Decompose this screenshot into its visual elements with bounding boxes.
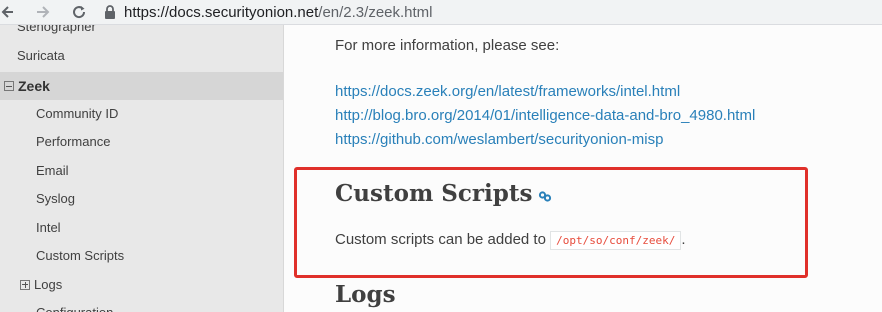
- custom-scripts-heading: Custom Scripts: [335, 180, 552, 209]
- link-zeek-intel[interactable]: https://docs.zeek.org/en/latest/framewor…: [335, 83, 680, 100]
- sidebar-item-email[interactable]: Email: [0, 157, 283, 185]
- code-path: /opt/so/conf/zeek/: [550, 231, 682, 250]
- more-info-text: For more information, please see:: [335, 37, 560, 54]
- arrow-left-icon: [1, 6, 13, 18]
- logs-heading: Logs: [335, 281, 396, 308]
- sidebar-item-logs[interactable]: Logs: [0, 271, 283, 299]
- browser-toolbar: https://docs.securityonion.net/en/2.3/ze…: [0, 0, 882, 25]
- sentence-period: .: [681, 231, 686, 248]
- main-content: For more information, please see: https:…: [284, 25, 882, 312]
- heading-text: Custom Scripts: [335, 180, 533, 207]
- sidebar-item-suricata[interactable]: Suricata: [0, 42, 283, 70]
- link-github-misp[interactable]: https://github.com/weslambert/securityon…: [335, 131, 663, 148]
- custom-scripts-sentence: Custom scripts can be added to: [335, 231, 546, 248]
- sidebar-item-syslog[interactable]: Syslog: [0, 185, 283, 213]
- sidebar-item-zeek[interactable]: Zeek: [0, 72, 283, 100]
- sidebar-item-label: Logs: [34, 277, 63, 292]
- collapse-icon[interactable]: [4, 81, 14, 92]
- sidebar-item-custom-scripts[interactable]: Custom Scripts: [0, 242, 283, 270]
- link-icon[interactable]: [538, 182, 552, 209]
- link-bro-blog[interactable]: http://blog.bro.org/2014/01/intelligence…: [335, 107, 755, 124]
- reload-icon: [73, 6, 86, 19]
- lock-icon[interactable]: [104, 5, 118, 19]
- reload-button[interactable]: [66, 0, 92, 24]
- sidebar-nav: Stenographer Suricata Zeek Community ID …: [0, 25, 284, 312]
- arrow-right-icon: [37, 6, 50, 18]
- sidebar-item-label: Zeek: [18, 78, 50, 94]
- sidebar-item-stenographer[interactable]: Stenographer: [0, 25, 283, 41]
- sidebar-item-intel[interactable]: Intel: [0, 214, 283, 242]
- expand-icon[interactable]: [20, 279, 30, 290]
- custom-scripts-text: Custom scripts can be added to /opt/so/c…: [335, 231, 686, 250]
- address-bar[interactable]: https://docs.securityonion.net/en/2.3/ze…: [124, 4, 433, 21]
- sidebar-item-configuration[interactable]: Configuration: [0, 299, 283, 312]
- url-path: /en/2.3/zeek.html: [318, 3, 433, 21]
- back-button[interactable]: [0, 0, 14, 24]
- sidebar-item-community-id[interactable]: Community ID: [0, 100, 283, 128]
- forward-button[interactable]: [30, 0, 56, 24]
- sidebar-item-performance[interactable]: Performance: [0, 128, 283, 156]
- url-host: https://docs.securityonion.net: [124, 3, 319, 21]
